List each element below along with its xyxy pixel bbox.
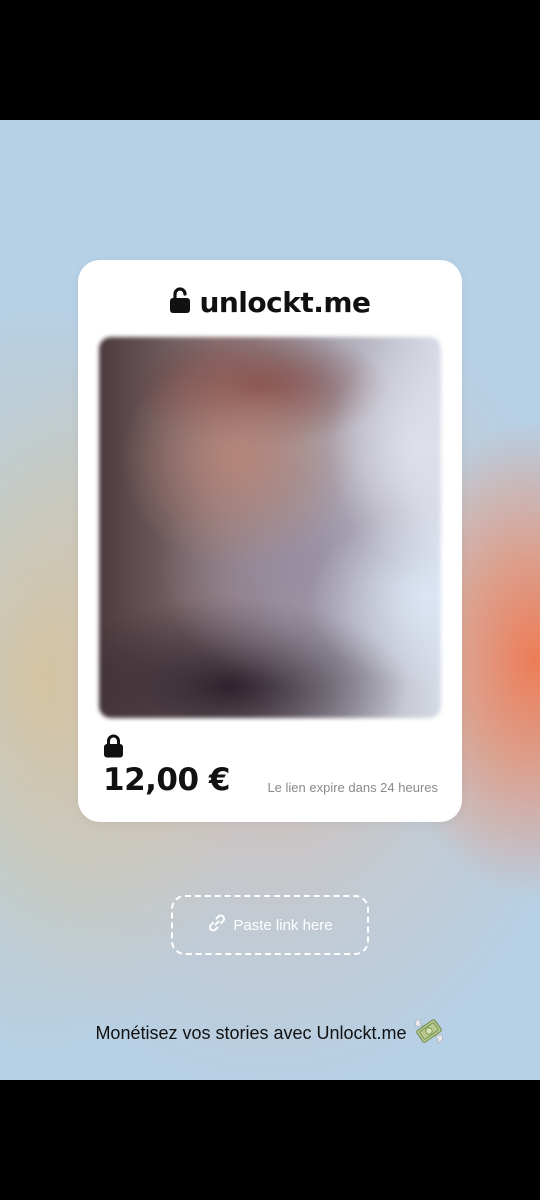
promo-footer: Monétisez vos stories avec Unlockt.me xyxy=(0,1016,540,1050)
blurred-preview-image xyxy=(99,337,441,718)
price-label: 12,00 € xyxy=(103,762,230,798)
lock-icon xyxy=(103,734,124,763)
story-canvas: unlockt.me 12,00 € Le lien expire dans 2… xyxy=(0,120,540,1080)
brand-header: unlockt.me xyxy=(78,282,462,322)
paste-link-label: Paste link here xyxy=(233,916,333,934)
brand-name: unlockt.me xyxy=(199,285,371,319)
paste-link-button[interactable]: Paste link here xyxy=(171,895,369,955)
money-with-wings-icon xyxy=(413,1016,445,1051)
expiry-note: Le lien expire dans 24 heures xyxy=(267,780,438,795)
link-icon xyxy=(207,913,227,938)
unlock-card[interactable]: unlockt.me 12,00 € Le lien expire dans 2… xyxy=(78,260,462,822)
screen: unlockt.me 12,00 € Le lien expire dans 2… xyxy=(0,0,540,1200)
promo-text: Monétisez vos stories avec Unlockt.me xyxy=(95,1022,407,1043)
lock-icon xyxy=(169,286,191,319)
